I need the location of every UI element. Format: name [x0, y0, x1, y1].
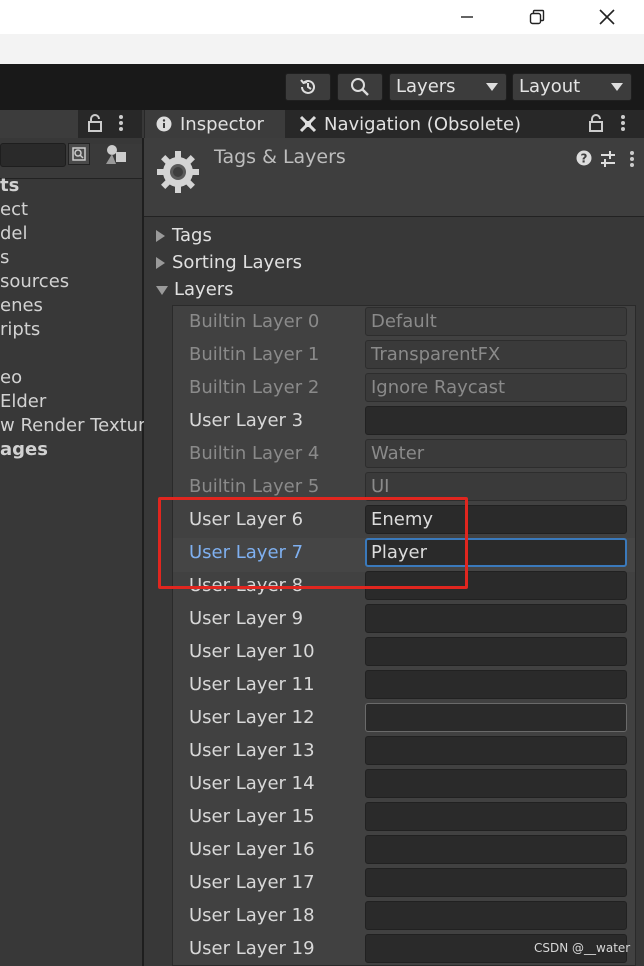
project-search-input[interactable]: [0, 143, 66, 167]
project-list-item[interactable]: del: [0, 222, 28, 246]
layer-label: Builtin Layer 4: [189, 443, 320, 464]
close-icon: [599, 9, 615, 25]
layers-list-box: [172, 305, 636, 966]
layer-name-input[interactable]: [365, 868, 627, 897]
layer-name-input: Default: [365, 307, 627, 336]
layer-label: Builtin Layer 2: [189, 377, 320, 398]
layer-name-input[interactable]: [365, 637, 627, 666]
project-list-item[interactable]: ripts: [0, 318, 40, 342]
layer-label: User Layer 14: [189, 773, 315, 794]
layer-label: Builtin Layer 0: [189, 311, 320, 332]
layer-label: User Layer 11: [189, 674, 315, 695]
svg-text:?: ?: [581, 152, 588, 166]
foldout-tags-label: Tags: [172, 225, 212, 246]
kebab-menu-icon[interactable]: [116, 113, 126, 137]
layer-label: User Layer 10: [189, 641, 315, 662]
watermark: CSDN @__water: [534, 941, 631, 955]
chevron-down-icon: [611, 83, 623, 91]
project-list-item[interactable]: enes: [0, 294, 43, 318]
layer-name-input[interactable]: [365, 703, 627, 732]
layer-label: User Layer 18: [189, 905, 315, 926]
layers-dropdown-label: Layers: [396, 76, 456, 97]
project-list-item[interactable]: Elder: [0, 390, 46, 414]
search-button[interactable]: [337, 73, 383, 101]
tab-navigation[interactable]: Navigation (Obsolete): [299, 110, 521, 138]
chevron-down-icon: [156, 285, 168, 295]
close-button[interactable]: [584, 0, 630, 34]
foldout-tags[interactable]: Tags: [156, 223, 212, 249]
project-list-item[interactable]: ts: [0, 174, 19, 198]
chevron-right-icon: [156, 257, 165, 269]
foldout-sorting-layers[interactable]: Sorting Layers: [156, 250, 302, 276]
layer-name-input: Ignore Raycast: [365, 373, 627, 402]
layer-name-input[interactable]: [365, 769, 627, 798]
menu-bar: [0, 34, 644, 65]
layer-label: User Layer 12: [189, 707, 315, 728]
project-tab[interactable]: [0, 110, 78, 138]
layer-label: User Layer 13: [189, 740, 315, 761]
project-list-item[interactable]: sources: [0, 270, 69, 294]
layer-label: User Layer 3: [189, 410, 304, 431]
layer-label: User Layer 15: [189, 806, 315, 827]
lock-icon[interactable]: [588, 113, 604, 137]
restore-icon: [529, 9, 545, 25]
layer-name-input[interactable]: [365, 670, 627, 699]
layer-name-input: Water: [365, 439, 627, 468]
layer-name-input[interactable]: [365, 406, 627, 435]
foldout-layers[interactable]: Layers: [156, 277, 234, 303]
project-list-item[interactable]: eo: [0, 366, 22, 390]
project-list-item[interactable]: s: [0, 246, 9, 270]
tab-inspector-label: Inspector: [180, 113, 264, 135]
preset-sliders-icon[interactable]: [599, 150, 617, 172]
tab-navigation-label: Navigation (Obsolete): [324, 113, 522, 135]
project-panel: [0, 138, 144, 966]
filter-icon: [72, 147, 86, 161]
layer-name-input[interactable]: [365, 901, 627, 930]
inspector-tab-content: Inspector: [156, 110, 264, 138]
layer-name-input[interactable]: [365, 604, 627, 633]
layer-name-input[interactable]: [365, 835, 627, 864]
foldout-layers-label: Layers: [174, 279, 234, 300]
inspector-title: Tags & Layers: [214, 146, 346, 168]
layer-name-input[interactable]: [365, 736, 627, 765]
minimize-button[interactable]: [444, 0, 490, 34]
layer-label: User Layer 17: [189, 872, 315, 893]
layer-name-input[interactable]: [365, 802, 627, 831]
info-icon: [156, 116, 172, 132]
layer-label: Builtin Layer 1: [189, 344, 320, 365]
foldout-sorting-layers-label: Sorting Layers: [172, 252, 303, 273]
search-icon: [351, 78, 369, 96]
annotation-highlight-box: [158, 497, 468, 589]
minimize-icon: [461, 16, 473, 18]
navigation-icon: [299, 115, 317, 133]
layout-dropdown[interactable]: Layout: [512, 73, 632, 101]
layers-dropdown[interactable]: Layers: [389, 73, 507, 101]
history-button[interactable]: [285, 73, 331, 101]
layer-name-input: TransparentFX: [365, 340, 627, 369]
restore-button[interactable]: [514, 0, 560, 34]
project-list-item[interactable]: ages: [0, 438, 48, 462]
help-icon[interactable]: ?: [576, 150, 592, 170]
shapes-icon[interactable]: [104, 142, 128, 170]
gear-icon: [155, 149, 201, 199]
chevron-down-icon: [486, 83, 498, 91]
kebab-menu-icon[interactable]: [618, 113, 628, 137]
filter-by-type-button[interactable]: [68, 143, 90, 165]
layout-dropdown-label: Layout: [519, 76, 581, 97]
project-list-item[interactable]: ect: [0, 198, 28, 222]
history-icon: [300, 79, 315, 94]
layer-label: User Layer 9: [189, 608, 304, 629]
lock-icon[interactable]: [87, 113, 103, 137]
layer-label: User Layer 19: [189, 938, 315, 959]
kebab-menu-icon[interactable]: [627, 149, 637, 173]
project-list-item[interactable]: w Render Textur: [0, 414, 145, 438]
layer-label: User Layer 16: [189, 839, 315, 860]
chevron-right-icon: [156, 230, 165, 242]
